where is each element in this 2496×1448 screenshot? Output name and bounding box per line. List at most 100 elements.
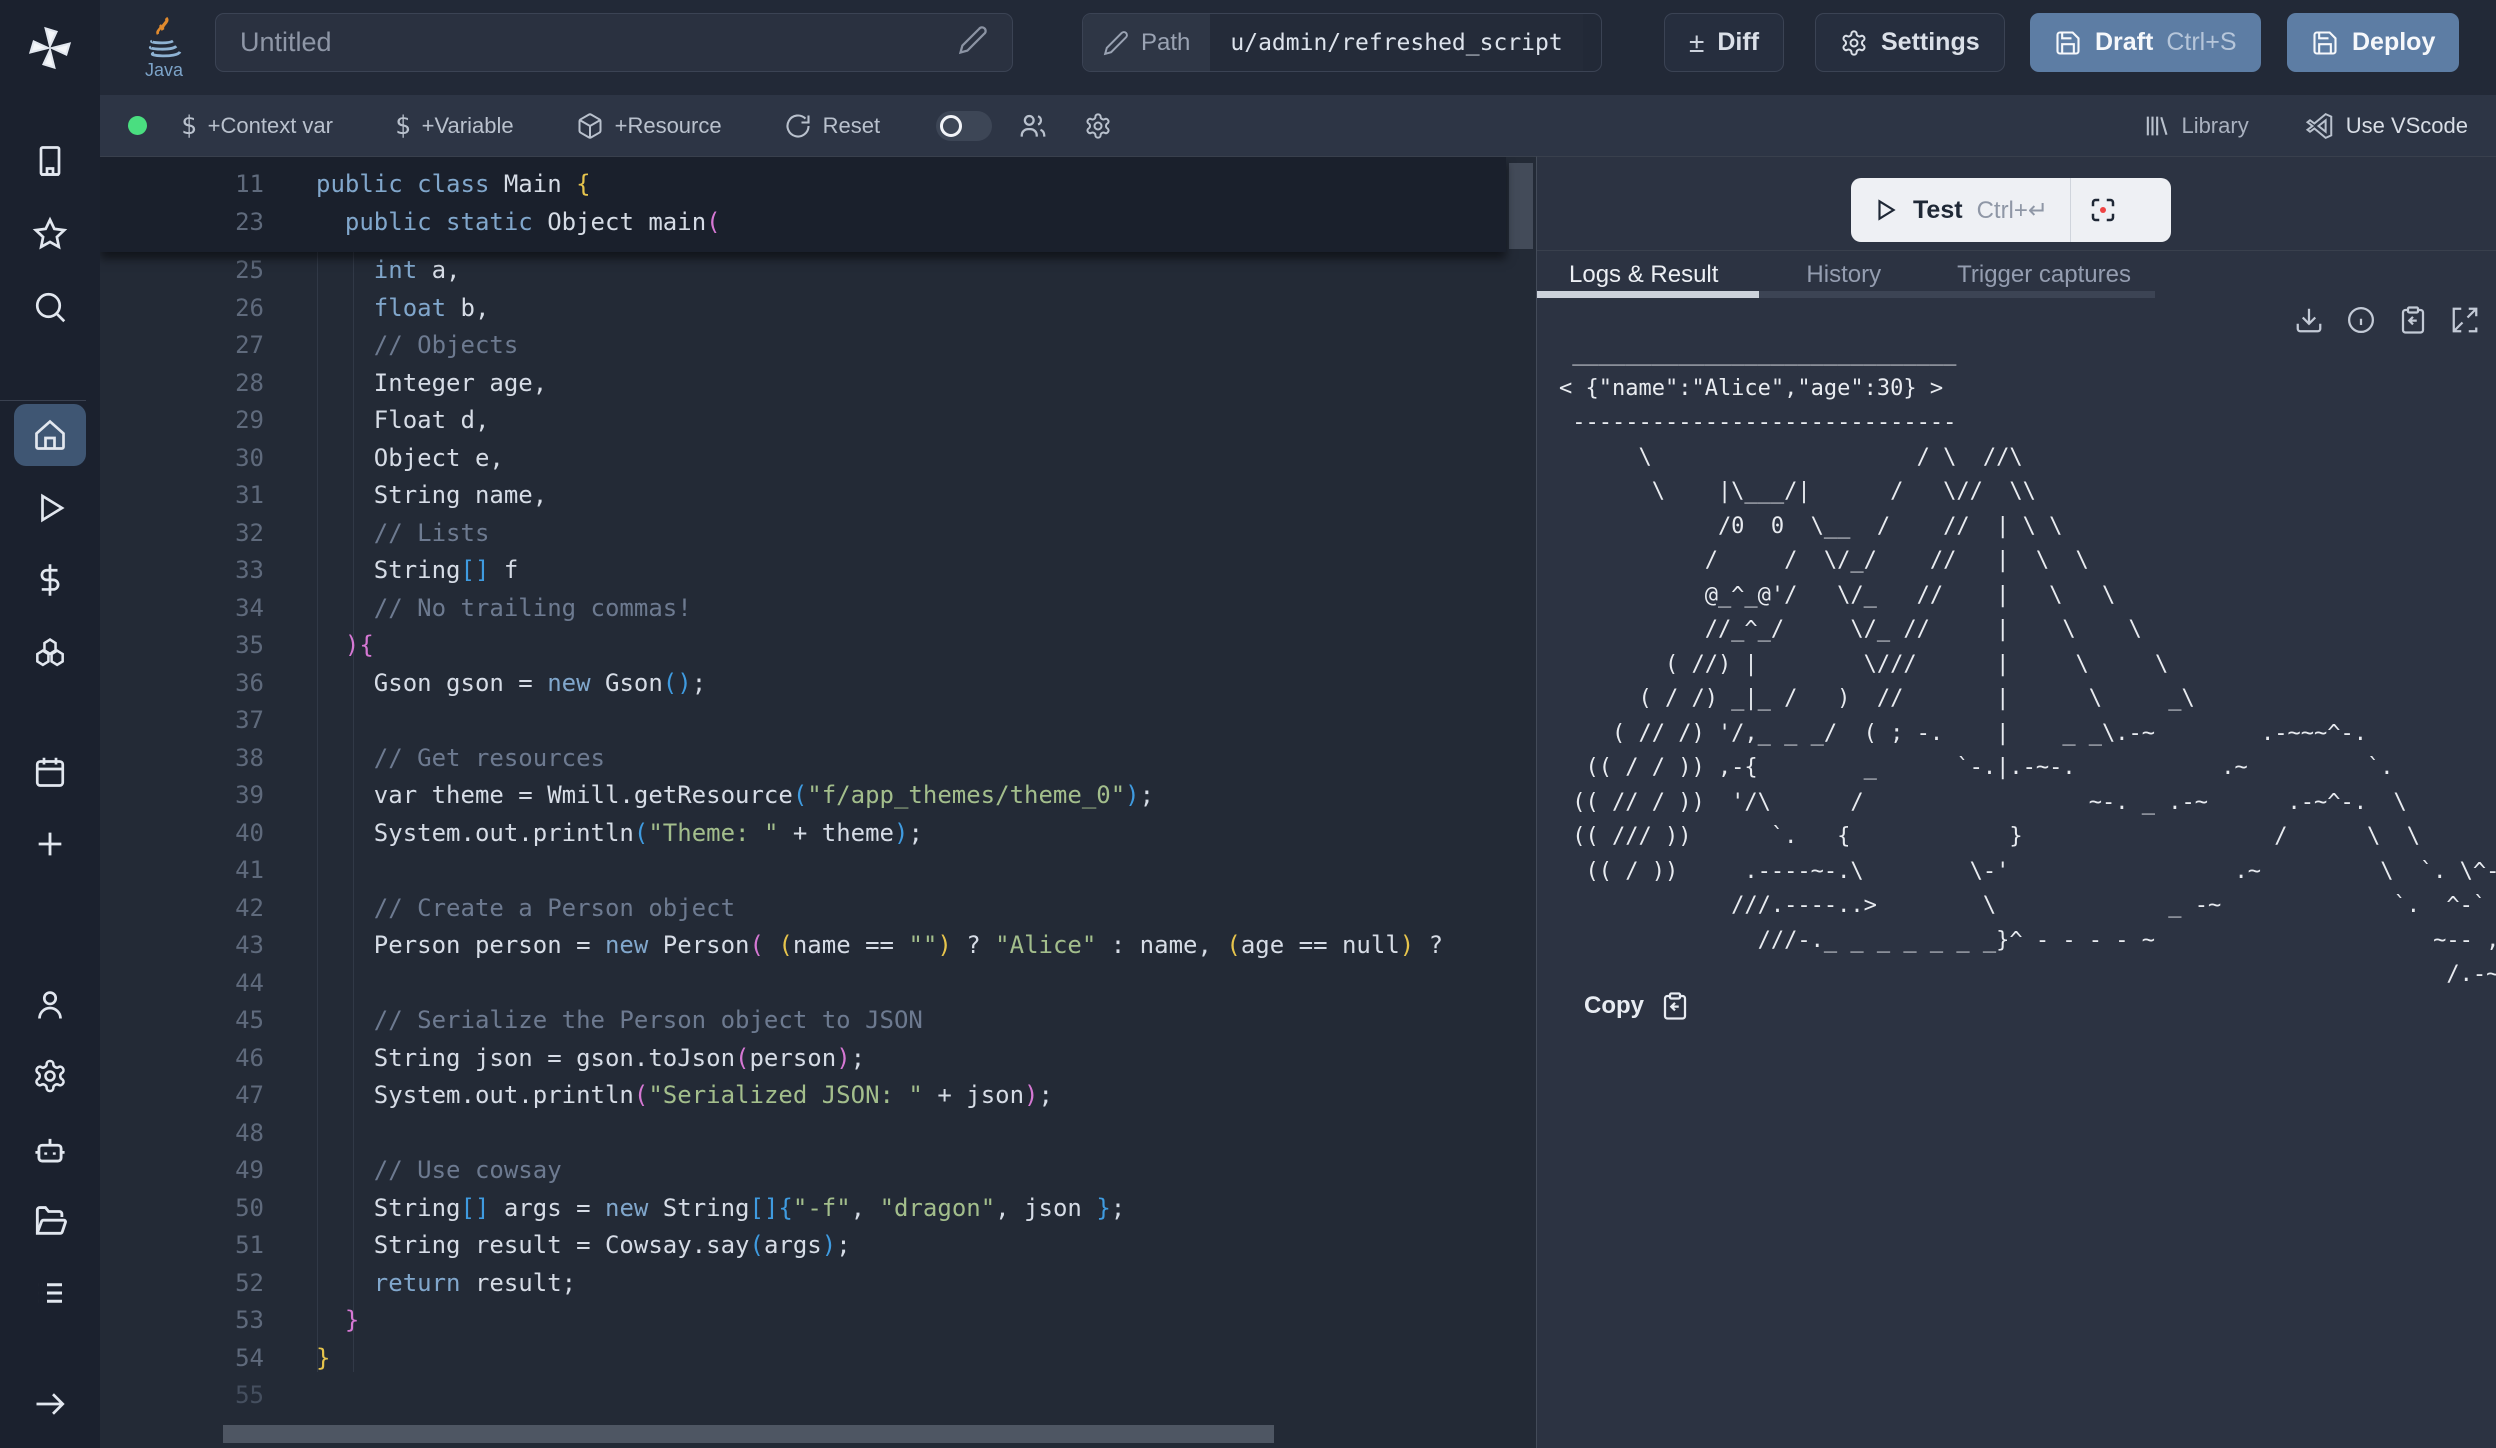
editor-vertical-scrollbar[interactable] [1509, 163, 1533, 249]
line-number[interactable]: 32 [100, 515, 264, 553]
line-number[interactable]: 40 [100, 815, 264, 853]
vscode-icon [2305, 111, 2335, 141]
line-number[interactable]: 31 [100, 477, 264, 515]
line-number[interactable]: 45 [100, 1002, 264, 1040]
line-number[interactable]: 34 [100, 590, 264, 628]
home-icon[interactable] [32, 417, 68, 453]
expand-result-icon[interactable] [2450, 305, 2480, 335]
topbar: Java Untitled Path u/admin/refreshed_scr… [100, 0, 2496, 95]
tabs-underline [1759, 291, 2155, 298]
download-result-icon[interactable] [2294, 305, 2324, 335]
script-title-input[interactable]: Untitled [215, 13, 1013, 72]
collaborators-button[interactable] [1018, 111, 1048, 141]
line-number[interactable]: 28 [100, 365, 264, 403]
users-icon [1018, 111, 1048, 141]
copy-result-button[interactable]: Copy [1584, 991, 1690, 1021]
line-number[interactable]: 29 [100, 402, 264, 440]
diff-button[interactable]: ± Diff [1664, 13, 1784, 72]
line-number[interactable]: 55 [100, 1377, 264, 1415]
deploy-button[interactable]: Deploy [2287, 13, 2459, 72]
workers-bot-icon[interactable] [31, 1131, 69, 1169]
line-number[interactable]: 38 [100, 740, 264, 778]
code-line: 41 [100, 852, 1536, 890]
user-icon[interactable] [32, 987, 68, 1023]
line-number[interactable]: 25 [100, 252, 264, 290]
edit-path-pencil-icon [1103, 30, 1129, 56]
audit-logs-list-icon[interactable] [32, 1275, 68, 1311]
save-icon [2311, 29, 2339, 57]
library-button[interactable]: Library [2142, 112, 2248, 140]
runs-play-icon[interactable] [32, 490, 68, 526]
copy-result-clipboard-icon[interactable] [2398, 305, 2428, 335]
line-number[interactable]: 26 [100, 290, 264, 328]
line-number[interactable]: 53 [100, 1302, 264, 1340]
line-number[interactable]: 50 [100, 1190, 264, 1228]
line-number[interactable]: 51 [100, 1227, 264, 1265]
use-vscode-button[interactable]: Use VScode [2305, 111, 2468, 141]
code-line: 39 var theme = Wmill.getResource("f/app_… [100, 777, 1536, 815]
vscode-label: Use VScode [2346, 113, 2468, 139]
draft-label: Draft [2095, 28, 2153, 57]
line-number[interactable]: 37 [100, 702, 264, 740]
line-number[interactable]: 23 [100, 203, 264, 241]
line-number[interactable]: 47 [100, 1077, 264, 1115]
code-line: 32 // Lists [100, 515, 1536, 553]
line-number[interactable]: 11 [100, 165, 264, 203]
svg-text:Java: Java [145, 60, 184, 80]
add-plus-icon[interactable] [33, 827, 67, 861]
result-info-icon[interactable] [2346, 305, 2376, 335]
line-number[interactable]: 36 [100, 665, 264, 703]
line-number[interactable]: 27 [100, 327, 264, 365]
settings-gear-icon[interactable] [32, 1058, 68, 1094]
code-editor[interactable]: 25 int a,26 float b,27 // Objects28 Inte… [100, 156, 1536, 1448]
windmill-logo-icon[interactable] [24, 22, 76, 74]
folders-icon[interactable] [31, 1202, 69, 1240]
script-title-text: Untitled [240, 27, 332, 58]
dollar-icon: $ [181, 111, 197, 141]
reset-button[interactable]: Reset [784, 112, 880, 140]
line-number[interactable]: 44 [100, 965, 264, 1003]
editor-horizontal-scrollbar[interactable] [223, 1425, 1274, 1443]
add-variable-button[interactable]: $ +Variable [395, 111, 514, 141]
line-number[interactable]: 39 [100, 777, 264, 815]
workspace-icon[interactable] [32, 143, 68, 179]
line-number[interactable]: 41 [100, 852, 264, 890]
code-line: 42 // Create a Person object [100, 890, 1536, 928]
path-label-section[interactable]: Path [1083, 14, 1210, 71]
test-button[interactable]: Test Ctrl+↵ [1851, 178, 2070, 242]
diff-mode-toggle[interactable] [936, 111, 992, 141]
line-number[interactable]: 42 [100, 890, 264, 928]
editor-settings-button[interactable] [1084, 112, 1112, 140]
line-number[interactable]: 49 [100, 1152, 264, 1190]
line-number[interactable]: 33 [100, 552, 264, 590]
line-number[interactable]: 43 [100, 927, 264, 965]
test-button-group: Test Ctrl+↵ [1851, 178, 2171, 242]
line-number[interactable]: 30 [100, 440, 264, 478]
path-control[interactable]: Path u/admin/refreshed_script [1082, 13, 1602, 72]
search-icon[interactable] [32, 289, 68, 325]
expand-sidebar-arrow-icon[interactable] [32, 1386, 68, 1422]
variables-dollar-icon[interactable] [32, 562, 68, 598]
line-number[interactable]: 35 [100, 627, 264, 665]
diff-label: Diff [1717, 28, 1759, 57]
add-context-var-button[interactable]: $ +Context var [181, 111, 333, 141]
line-number[interactable]: 46 [100, 1040, 264, 1078]
settings-button[interactable]: Settings [1815, 13, 2005, 72]
line-number[interactable]: 52 [100, 1265, 264, 1303]
tab-logs-and-result[interactable]: Logs & Result [1569, 261, 1718, 289]
capture-test-args-button[interactable] [2071, 178, 2135, 242]
line-number[interactable]: 48 [100, 1115, 264, 1153]
edit-title-pencil-icon[interactable] [958, 25, 988, 60]
favorites-star-icon[interactable] [32, 216, 68, 252]
code-line: 29 Float d, [100, 402, 1536, 440]
add-resource-button[interactable]: +Resource [576, 112, 722, 140]
tab-history[interactable]: History [1806, 261, 1881, 289]
schedules-calendar-icon[interactable] [32, 754, 68, 790]
result-actions [2294, 305, 2480, 335]
scan-capture-icon [2088, 195, 2118, 225]
line-number[interactable]: 54 [100, 1340, 264, 1378]
draft-button[interactable]: Draft Ctrl+S [2030, 13, 2261, 72]
resources-boxes-icon[interactable] [31, 634, 69, 672]
library-label: Library [2181, 113, 2248, 139]
tab-trigger-captures[interactable]: Trigger captures [1957, 261, 2131, 289]
